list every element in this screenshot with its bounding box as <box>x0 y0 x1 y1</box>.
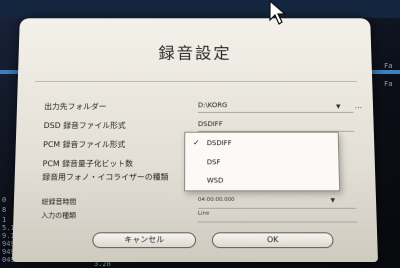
dialog-titlebar[interactable]: 録音設定 <box>18 18 372 75</box>
background-side-text: Fa <box>384 62 393 70</box>
dialog-title: 録音設定 <box>158 44 232 64</box>
background-list-number: 1 <box>2 216 7 224</box>
phono-eq-label: 録音用フォノ・イコライザーの種類 <box>42 172 169 182</box>
field-underline <box>197 111 354 113</box>
background-list-number: 8 <box>2 206 7 214</box>
browse-more-button[interactable]: ... <box>351 102 365 111</box>
ok-button[interactable]: OK <box>211 232 334 249</box>
dropdown-option-label: DSDIFF <box>206 139 232 148</box>
recording-settings-dialog: 録音設定 出力先フォルダー D:\KORG ▼ ... DSD 録音ファイル形式… <box>12 18 378 263</box>
pcm-format-dropdown: ✓ DSDIFF DSF WSD <box>184 131 341 192</box>
total-time-value: 04:00:00.000 <box>197 197 235 203</box>
dropdown-option-label: DSF <box>206 158 221 167</box>
dropdown-arrow-icon[interactable]: ▼ <box>330 197 335 204</box>
dropdown-option-wsd[interactable]: WSD <box>185 172 339 189</box>
field-underline <box>197 221 357 223</box>
pcm-format-label: PCM 録音ファイル形式 <box>43 140 126 149</box>
checkmark-icon: ✓ <box>193 138 200 148</box>
total-time-label: 総録音時間 <box>41 198 77 206</box>
dsd-format-select[interactable]: DSDIFF <box>198 120 223 128</box>
title-divider <box>35 80 357 82</box>
dropdown-option-dsf[interactable]: DSF <box>185 154 339 171</box>
mouse-pointer-icon <box>269 0 287 25</box>
output-folder-row: 出力先フォルダー D:\KORG ▼ ... <box>44 102 362 117</box>
dropdown-option-dsdiff[interactable]: ✓ DSDIFF <box>185 135 338 152</box>
input-type-select[interactable]: Line <box>198 211 209 217</box>
input-type-label: 入力の種類 <box>41 211 77 220</box>
field-underline <box>197 207 357 209</box>
background-side-text: Fa <box>384 80 393 88</box>
background-list-number: 0 <box>2 196 7 204</box>
output-folder-label: 出力先フォルダー <box>44 102 107 111</box>
dropdown-option-label: WSD <box>206 176 224 185</box>
cancel-button[interactable]: キャンセル <box>92 232 196 249</box>
input-type-row: 入力の種類 Line <box>41 211 359 227</box>
dsd-format-label: DSD 録音ファイル形式 <box>43 121 126 130</box>
dropdown-arrow-icon[interactable]: ▼ <box>336 103 341 110</box>
output-folder-select[interactable]: D:\KORG <box>198 102 227 110</box>
app-top-bar <box>0 0 400 18</box>
pcm-bitdepth-label: PCM 録音量子化ビット数 <box>42 159 133 169</box>
